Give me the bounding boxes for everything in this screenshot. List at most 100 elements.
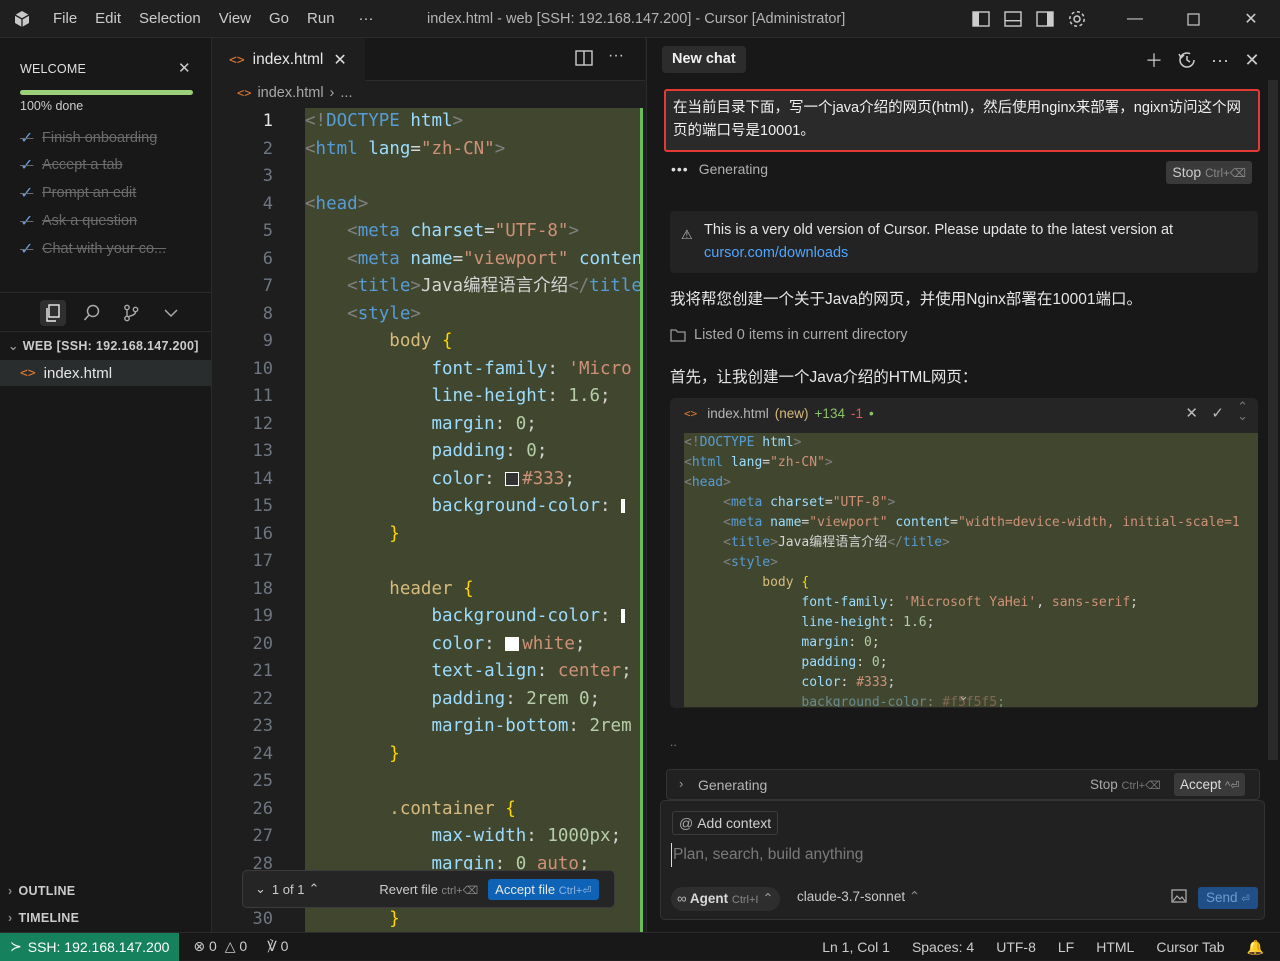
ports-indicator[interactable]: ℣ 0 <box>267 938 288 955</box>
folder-icon <box>670 329 686 342</box>
encoding[interactable]: UTF-8 <box>996 939 1036 955</box>
file-edit-header[interactable]: <> index.html (new) +134 -1 • <box>684 406 874 421</box>
check-icon: ✓ <box>20 157 34 174</box>
user-prompt-message[interactable]: 在当前目录下面，写一个java介绍的网页(html)，然后使用nginx来部署，… <box>664 89 1260 152</box>
explorer-icon[interactable] <box>40 300 66 326</box>
chevron-right-icon[interactable]: › <box>679 776 683 791</box>
scroll-down-chevron-icon[interactable]: ⌄ <box>958 688 969 704</box>
line-number: 22 <box>252 688 273 709</box>
language-mode[interactable]: HTML <box>1096 939 1134 955</box>
source-control-icon[interactable] <box>120 302 142 324</box>
close-window-button[interactable]: ✕ <box>1222 0 1280 38</box>
chat-input[interactable] <box>671 843 1251 867</box>
editor-more-icon[interactable]: ··· <box>608 47 624 65</box>
stop-button[interactable]: Stop Ctrl+⌫ <box>1166 161 1252 184</box>
file-edit-code[interactable]: <!DOCTYPE html> <html lang="zh-CN"> <hea… <box>684 433 1258 707</box>
send-button[interactable]: Send ⏎ <box>1198 887 1258 909</box>
html-file-icon: <> <box>229 52 245 68</box>
menu-file[interactable]: File <box>44 0 86 38</box>
notice-text: This is a very old version of Cursor. Pl… <box>704 222 1174 238</box>
expand-icon[interactable]: ⌃ ⌄ <box>1237 400 1248 422</box>
color-swatch[interactable] <box>621 609 626 623</box>
line-number: 6 <box>262 248 273 269</box>
checklist-label: Accept a tab <box>42 157 123 173</box>
checklist-item[interactable]: ✓ Finish onboarding <box>20 125 157 151</box>
model-selector[interactable]: claude-3.7-sonnet ⌃ <box>797 889 920 905</box>
checklist-item[interactable]: ✓ Ask a question <box>20 208 137 234</box>
add-chat-icon[interactable]: ＋ <box>1142 48 1166 72</box>
checklist-item[interactable]: ✓ Accept a tab <box>20 152 123 178</box>
stop-button[interactable]: Stop Ctrl+⌫ <box>1090 777 1161 792</box>
accept-icon[interactable]: ✓ <box>1211 404 1224 422</box>
menu-edit[interactable]: Edit <box>86 0 130 38</box>
chevron-up-icon: ⌃ <box>762 891 774 906</box>
remote-indicator[interactable]: ≻ SSH: 192.168.147.200 <box>0 932 180 961</box>
update-link[interactable]: cursor.com/downloads <box>704 245 848 261</box>
explorer-section-header[interactable]: ⌄ WEB [SSH: 192.168.147.200] <box>8 338 199 353</box>
accept-button[interactable]: Accept ^⏎ <box>1174 773 1246 796</box>
code-editor: <> index.html ✕ ··· <> index.html › ... … <box>213 38 645 932</box>
code-line: } <box>389 908 400 929</box>
close-tab-icon[interactable]: ✕ <box>333 50 346 70</box>
diff-prev-chevron-icon[interactable]: ⌄ <box>255 881 266 897</box>
split-editor-icon[interactable] <box>575 50 593 69</box>
outline-section-header[interactable]: › OUTLINE <box>8 884 75 898</box>
timeline-section-header[interactable]: › TIMELINE <box>8 911 79 925</box>
line-number: 8 <box>262 303 273 324</box>
color-swatch[interactable] <box>505 471 520 486</box>
chat-more-icon[interactable]: ··· <box>1208 48 1232 72</box>
code-line: padding: 2rem 0; <box>431 688 601 709</box>
close-welcome-icon[interactable]: ✕ <box>178 59 191 77</box>
code-line: <style> <box>347 303 421 324</box>
html-file-icon: <> <box>684 407 698 420</box>
warning-icon: ⚠ <box>681 227 693 242</box>
toggle-primary-sidebar-icon[interactable] <box>968 0 994 38</box>
color-swatch[interactable] <box>621 499 626 513</box>
toggle-panel-icon[interactable] <box>1000 0 1026 38</box>
notifications-bell-icon[interactable]: 🔔 <box>1247 939 1264 956</box>
revert-file-button[interactable]: Revert file ctrl+⌫ <box>379 882 478 897</box>
menu-go[interactable]: Go <box>260 0 298 38</box>
chevron-down-icon[interactable] <box>160 302 182 324</box>
tab-new-chat[interactable]: New chat <box>662 46 746 73</box>
explorer-file-index-html[interactable]: <> index.html <box>0 360 211 386</box>
menu-selection[interactable]: Selection <box>130 0 210 38</box>
history-icon[interactable] <box>1175 48 1199 72</box>
minimize-button[interactable]: — <box>1106 0 1164 38</box>
search-icon[interactable] <box>81 302 103 324</box>
cursor-tab-status[interactable]: Cursor Tab <box>1156 939 1224 955</box>
menu-view[interactable]: View <box>210 0 260 38</box>
line-number: 7 <box>262 276 273 296</box>
infinity-icon: ∞ <box>677 891 687 906</box>
line-number: 10 <box>252 358 273 379</box>
line-number: 1 <box>262 111 273 131</box>
breadcrumb-more[interactable]: ... <box>340 85 352 101</box>
breadcrumb-file[interactable]: index.html <box>257 85 323 101</box>
tab-index-html[interactable]: <> index.html ✕ <box>213 38 365 81</box>
line-number: 21 <box>252 661 273 681</box>
checklist-item[interactable]: ✓ Prompt an edit <box>20 180 136 206</box>
toggle-secondary-sidebar-icon[interactable] <box>1032 0 1058 38</box>
line-ending[interactable]: LF <box>1058 939 1074 955</box>
code-line: max-width: 1000px; <box>431 826 622 846</box>
add-context-button[interactable]: @ Add context <box>672 811 779 835</box>
maximize-button[interactable] <box>1164 0 1222 38</box>
close-chat-icon[interactable]: ✕ <box>1240 48 1264 72</box>
chat-scrollbar[interactable] <box>1268 80 1278 760</box>
menu-run[interactable]: Run <box>298 0 344 38</box>
cursor-position[interactable]: Ln 1, Col 1 <box>822 939 890 955</box>
checklist-item[interactable]: ✓ Chat with your co... <box>20 236 166 262</box>
code-area[interactable]: <!DOCTYPE html> <html lang="zh-CN"> <hea… <box>305 108 643 932</box>
agent-mode-selector[interactable]: ∞ Agent Ctrl+I ⌃ <box>671 887 780 911</box>
menu-more[interactable]: ··· <box>350 0 383 38</box>
settings-gear-icon[interactable] <box>1064 0 1090 38</box>
problems-indicator[interactable]: ⊗ 0 △ 0 <box>193 938 247 955</box>
cursor-logo-icon <box>0 0 44 38</box>
diff-next-chevron-icon[interactable]: ⌃ <box>308 881 319 897</box>
color-swatch[interactable] <box>505 636 520 651</box>
reject-icon[interactable]: ✕ <box>1185 404 1198 422</box>
code-line: <title>Java编程语言介绍</title <box>347 276 642 296</box>
image-upload-icon[interactable] <box>1171 889 1187 906</box>
indentation[interactable]: Spaces: 4 <box>912 939 974 955</box>
accept-file-button[interactable]: Accept file Ctrl+⏎ <box>488 878 599 900</box>
